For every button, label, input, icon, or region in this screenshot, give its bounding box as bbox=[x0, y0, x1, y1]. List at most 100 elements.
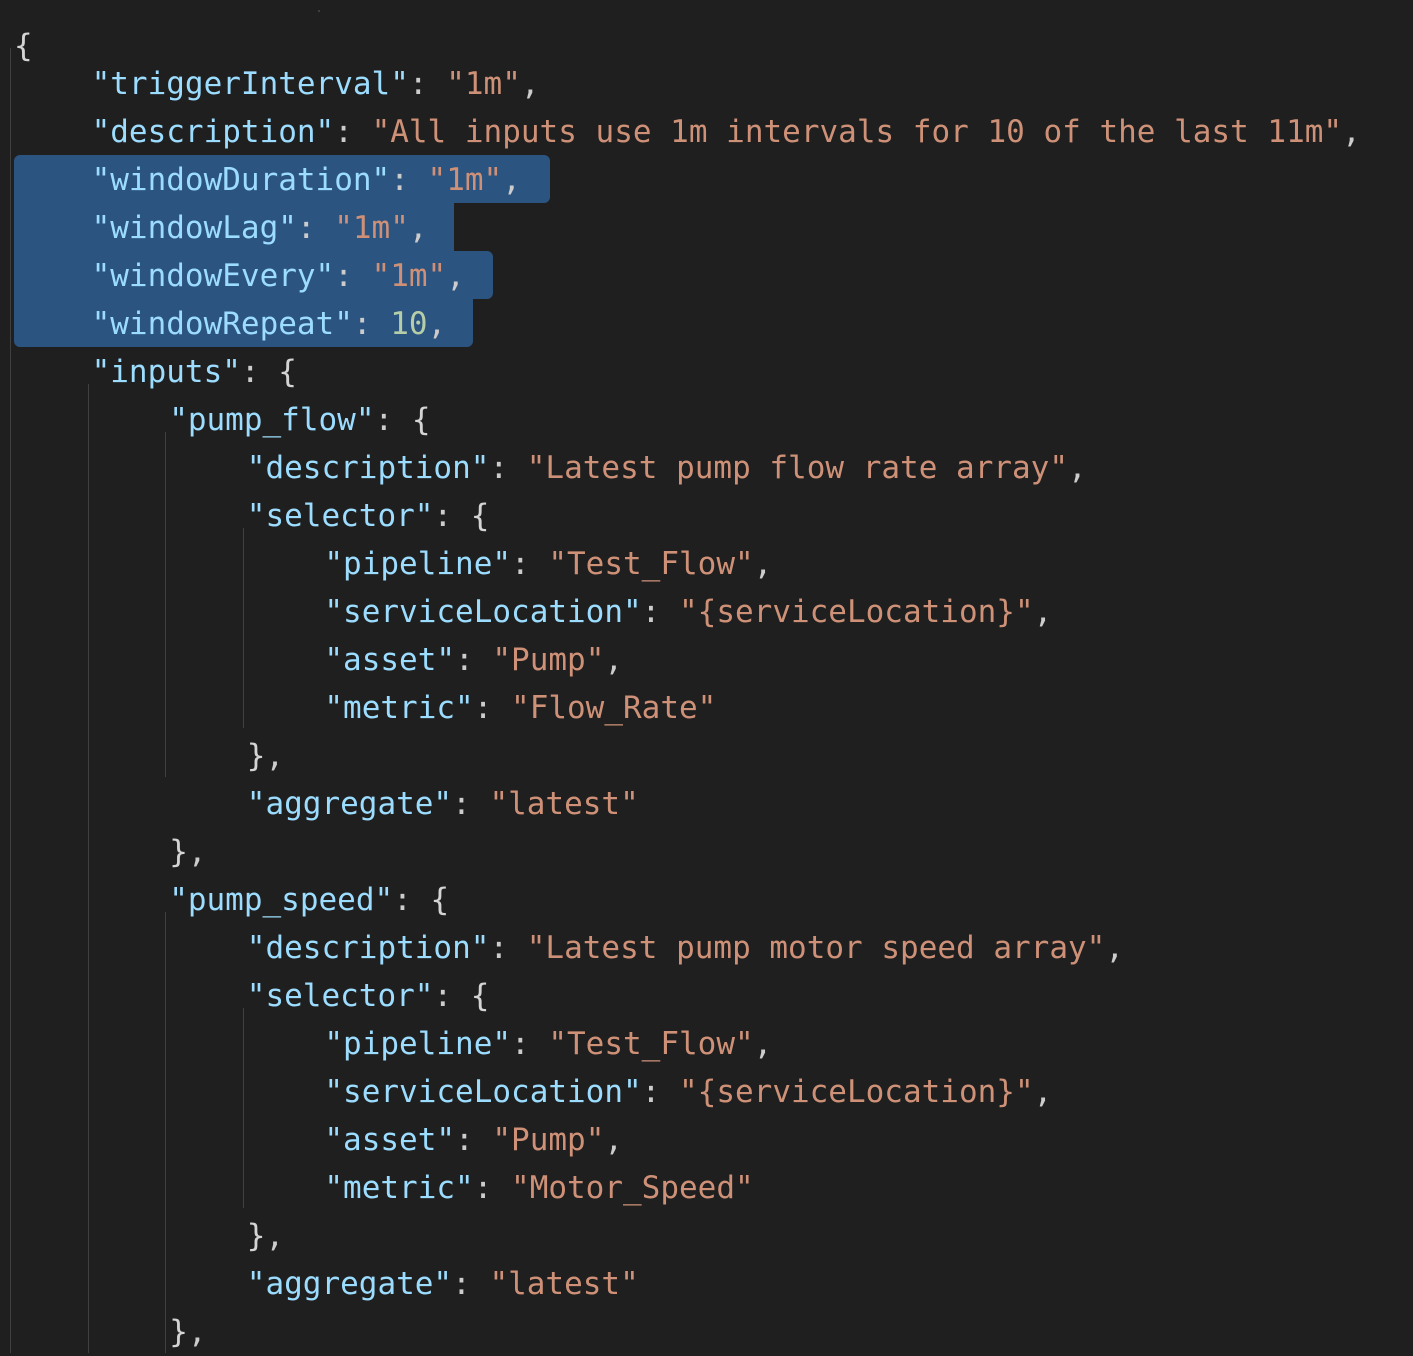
json-punctuation: : bbox=[390, 162, 428, 198]
json-property-key: "windowEvery" bbox=[91, 258, 335, 294]
code-line[interactable]: "description": "Latest pump flow rate ar… bbox=[0, 444, 1413, 492]
code-line[interactable]: "aggregate": "latest" bbox=[0, 780, 1413, 828]
json-string-value: "{serviceLocation}" bbox=[679, 1074, 1034, 1110]
code-line[interactable]: "windowDuration": "1m", bbox=[0, 156, 1413, 204]
json-punctuation: : bbox=[393, 882, 431, 918]
json-string-value: "Flow_Rate" bbox=[511, 690, 717, 726]
code-line[interactable]: "description": "All inputs use 1m interv… bbox=[0, 108, 1413, 156]
json-punctuation: : bbox=[489, 450, 527, 486]
json-string-value: "{serviceLocation}" bbox=[679, 594, 1034, 630]
json-punctuation: , bbox=[1033, 594, 1053, 630]
json-string-value: "All inputs use 1m intervals for 10 of t… bbox=[371, 114, 1343, 150]
json-property-key: "inputs" bbox=[91, 354, 241, 390]
json-property-key: "pipeline" bbox=[324, 1026, 512, 1062]
code-line[interactable]: "selector": { bbox=[0, 492, 1413, 540]
code-line[interactable]: "metric": "Flow_Rate" bbox=[0, 684, 1413, 732]
json-punctuation: , bbox=[502, 162, 521, 198]
json-brace: } bbox=[169, 834, 188, 870]
json-string-value: "1m" bbox=[371, 258, 447, 294]
code-line[interactable]: }, bbox=[0, 828, 1413, 876]
json-brace: { bbox=[430, 882, 450, 918]
json-punctuation: , bbox=[187, 834, 207, 870]
json-punctuation: : bbox=[511, 546, 549, 582]
json-string-value: "Motor_Speed" bbox=[511, 1170, 754, 1206]
json-string-value: "latest" bbox=[489, 786, 639, 822]
json-punctuation: , bbox=[753, 546, 773, 582]
json-property-key: "metric" bbox=[324, 1170, 474, 1206]
code-line[interactable]: "pump_speed": { bbox=[0, 876, 1413, 924]
json-punctuation: , bbox=[753, 1026, 773, 1062]
json-punctuation: : bbox=[473, 1170, 512, 1206]
json-string-value: "1m" bbox=[334, 210, 409, 246]
json-punctuation: : bbox=[433, 978, 471, 1014]
json-string-value: "Test_Flow" bbox=[548, 1026, 754, 1062]
code-line[interactable]: }, bbox=[0, 1308, 1413, 1356]
json-brace: } bbox=[246, 738, 266, 774]
code-text-layer[interactable]: {"triggerInterval": "1m", "description": … bbox=[0, 0, 1413, 1353]
json-property-key: "pipeline" bbox=[324, 546, 512, 582]
json-brace: { bbox=[278, 354, 297, 390]
json-property-key: "selector" bbox=[246, 498, 434, 534]
json-punctuation: , bbox=[604, 642, 624, 678]
json-punctuation: : bbox=[240, 354, 279, 390]
code-line[interactable]: "windowEvery": "1m", bbox=[0, 252, 1413, 300]
json-property-key: "windowDuration" bbox=[91, 162, 391, 198]
json-punctuation: , bbox=[604, 1122, 624, 1158]
code-line[interactable]: "pump_flow": { bbox=[0, 396, 1413, 444]
json-property-key: "description" bbox=[246, 450, 490, 486]
json-punctuation: : bbox=[296, 210, 335, 246]
json-property-key: "asset" bbox=[324, 642, 456, 678]
json-punctuation: : bbox=[374, 402, 412, 438]
json-string-value: "Latest pump motor speed array" bbox=[526, 930, 1106, 966]
code-line[interactable]: "serviceLocation": "{serviceLocation}", bbox=[0, 588, 1413, 636]
code-line[interactable]: "windowLag": "1m", bbox=[0, 204, 1413, 252]
json-property-key: "pump_speed" bbox=[169, 882, 394, 918]
json-punctuation: : bbox=[511, 1026, 549, 1062]
code-line[interactable]: }, bbox=[0, 1212, 1413, 1260]
code-line[interactable]: "triggerInterval": "1m", bbox=[0, 60, 1413, 108]
json-string-value: "1m" bbox=[446, 66, 521, 102]
json-property-key: "aggregate" bbox=[246, 1266, 453, 1302]
json-punctuation: , bbox=[1105, 930, 1125, 966]
code-line[interactable]: "selector": { bbox=[0, 972, 1413, 1020]
json-punctuation: , bbox=[427, 306, 447, 342]
json-punctuation: : bbox=[408, 66, 447, 102]
json-property-key: "description" bbox=[91, 114, 335, 150]
code-line[interactable]: "serviceLocation": "{serviceLocation}", bbox=[0, 1068, 1413, 1116]
json-punctuation: : bbox=[641, 1074, 679, 1110]
code-line[interactable]: "pipeline": "Test_Flow", bbox=[0, 540, 1413, 588]
code-line[interactable]: "pipeline": "Test_Flow", bbox=[0, 1020, 1413, 1068]
json-brace: { bbox=[411, 402, 431, 438]
json-string-value: "1m" bbox=[427, 162, 503, 198]
json-property-key: "windowLag" bbox=[91, 210, 297, 246]
json-punctuation: : bbox=[489, 930, 527, 966]
json-brace: } bbox=[169, 1314, 188, 1350]
json-brace: } bbox=[246, 1218, 266, 1254]
json-brace: { bbox=[470, 498, 490, 534]
code-line[interactable]: "asset": "Pump", bbox=[0, 1116, 1413, 1164]
json-punctuation: : bbox=[433, 498, 471, 534]
json-code-editor[interactable]: g {"triggerInterval": "1m","description"… bbox=[0, 0, 1413, 1353]
code-line[interactable]: "inputs": { bbox=[0, 348, 1413, 396]
json-punctuation: , bbox=[265, 1218, 285, 1254]
json-punctuation: : bbox=[334, 258, 372, 294]
json-property-key: "asset" bbox=[324, 1122, 456, 1158]
json-property-key: "pump_flow" bbox=[169, 402, 375, 438]
json-property-key: "serviceLocation" bbox=[324, 1074, 642, 1110]
code-line[interactable]: "aggregate": "latest" bbox=[0, 1260, 1413, 1308]
json-punctuation: : bbox=[452, 1266, 490, 1302]
code-line[interactable]: "windowRepeat": 10, bbox=[0, 300, 1413, 348]
json-punctuation: : bbox=[452, 786, 490, 822]
json-punctuation: , bbox=[187, 1314, 207, 1350]
json-brace: { bbox=[470, 978, 490, 1014]
json-property-key: "triggerInterval" bbox=[91, 66, 409, 102]
code-line[interactable]: "description": "Latest pump motor speed … bbox=[0, 924, 1413, 972]
json-punctuation: : bbox=[334, 114, 372, 150]
json-punctuation: , bbox=[1068, 450, 1087, 486]
json-punctuation: , bbox=[1033, 1074, 1053, 1110]
code-line[interactable]: }, bbox=[0, 732, 1413, 780]
code-line[interactable]: "metric": "Motor_Speed" bbox=[0, 1164, 1413, 1212]
code-line[interactable]: "asset": "Pump", bbox=[0, 636, 1413, 684]
json-punctuation: : bbox=[641, 594, 679, 630]
json-punctuation: : bbox=[455, 642, 493, 678]
